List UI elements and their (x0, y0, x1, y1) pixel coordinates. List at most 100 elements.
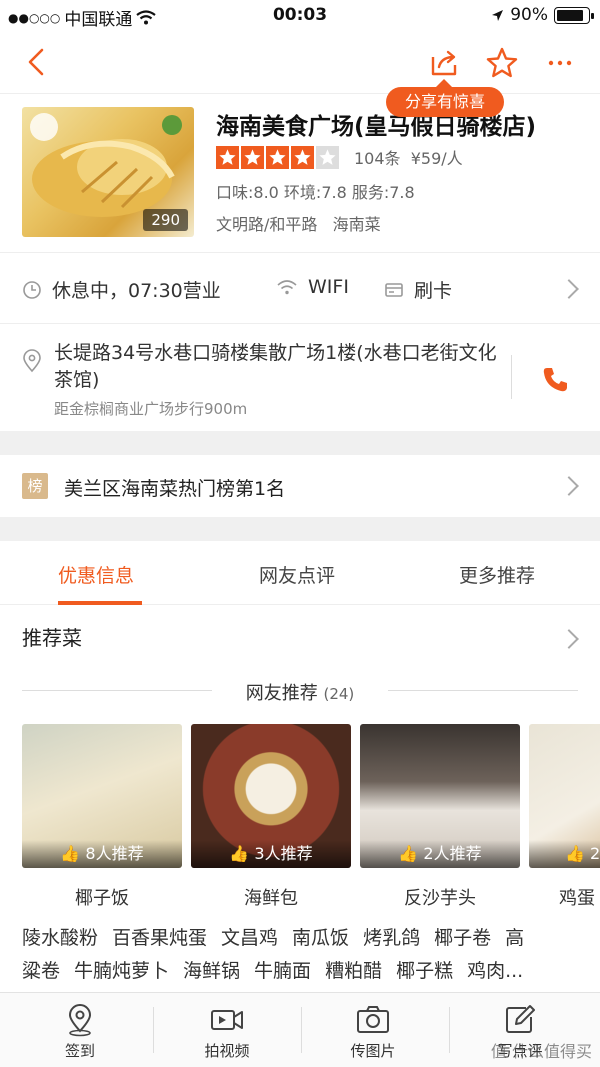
hours-text: 休息中，07:30营业 (52, 280, 221, 302)
dish-name: 椰子饭 (75, 888, 129, 909)
dish-tag[interactable]: 粱卷 (22, 960, 60, 982)
more-dishes-list: 陵水酸粉 百香果炖蛋 文昌鸡 南瓜饭 烤乳鸽 椰子卷高 粱卷 牛腩炖萝卜 海鲜锅 牛腩面 糟粕醋椰… (22, 922, 582, 988)
section-gap (0, 431, 600, 455)
record-video-button[interactable]: 拍视频 (152, 993, 302, 1067)
recommend-title[interactable]: 推荐菜 (22, 622, 82, 651)
nav-bar (0, 32, 600, 94)
dish-tag[interactable]: 牛腩炖萝卜 (74, 960, 169, 982)
back-icon[interactable] (18, 42, 58, 82)
rating-star-icon (291, 146, 314, 169)
video-camera-icon (211, 1010, 243, 1030)
status-bar: ●●○○○ 中国联通 00:03 90% (0, 0, 600, 32)
checkin-label: 签到 (64, 1042, 95, 1060)
upload-photo-label: 传图片 (350, 1042, 396, 1060)
dish-tag[interactable]: 椰子糕 (396, 960, 453, 982)
rating-star-icon (216, 146, 239, 169)
wifi-item: WIFI (276, 276, 349, 298)
credit-card-icon (385, 282, 403, 297)
watermark: 值 什么值得买 (490, 1042, 592, 1061)
dish-card[interactable]: 👍 2人 鸡蛋 (529, 724, 600, 910)
dish-name: 海鲜包 (244, 888, 298, 909)
upload-photo-button[interactable]: 传图片 (298, 993, 448, 1067)
location-tag[interactable]: 文明路/和平路 (216, 215, 317, 234)
photo-count: 290 (143, 209, 188, 231)
shop-tags: 文明路/和平路 海南菜 (216, 211, 381, 235)
user-recommend-label: 网友推荐 (245, 683, 318, 704)
clock-icon (23, 280, 41, 299)
location-pin-icon (23, 349, 41, 373)
dish-card[interactable]: 👍 2人推荐 反沙芋头 (360, 724, 520, 910)
dish-carousel[interactable]: 👍 8人推荐 椰子饭 👍 3人推荐 海鲜包 👍 2人推荐 反沙芋头 👍 2人 鸡… (22, 724, 600, 914)
wifi-text: WIFI (308, 276, 349, 298)
facilities-row[interactable]: 休息中，07:30营业 WIFI 刷卡 (0, 254, 600, 324)
tab-offers[interactable]: 优惠信息 (58, 561, 134, 588)
camera-icon (357, 1006, 389, 1033)
sub-scores: 口味:8.0 环境:7.8 服务:7.8 (216, 183, 415, 202)
ranking-text: 美兰区海南菜热门榜第1名 (64, 478, 286, 500)
phone-icon[interactable] (540, 365, 570, 395)
dish-tag[interactable]: 烤乳鸽 (363, 927, 420, 949)
dish-tag[interactable]: 南瓜饭 (292, 927, 349, 949)
more-dishes-line-2: 粱卷 牛腩炖萝卜 海鲜锅 牛腩面 糟粕醋 椰子糕 鸡肉... (22, 955, 582, 988)
rating-star-icon (316, 146, 339, 169)
more-icon[interactable] (540, 43, 580, 83)
tab-reviews[interactable]: 网友点评 (259, 561, 335, 588)
dish-tag[interactable]: 糟粕醋 (325, 960, 382, 982)
checkin-button[interactable]: 签到 (5, 993, 155, 1067)
wifi-icon (277, 280, 297, 295)
dish-recommend-count: 👍 2人推荐 (360, 840, 520, 868)
shop-header[interactable]: 290 海南美食广场(皇马假日骑楼店) 104条 ¥59/人 口味:8.0 环境… (0, 95, 600, 253)
user-recommend-heading: 网友推荐 (24) (0, 679, 600, 705)
dish-tag[interactable]: 高 (505, 927, 524, 949)
dish-tag[interactable]: 文昌鸡 (221, 927, 278, 949)
address-row[interactable]: 长堤路34号水巷口骑楼集散广场1楼(水巷口老街文化茶馆) 距金棕榈商业广场步行9… (0, 325, 600, 431)
user-recommend-count: (24) (323, 685, 355, 703)
dish-name: 反沙芋头 (404, 888, 476, 909)
dish-tag[interactable]: 海鲜锅 (183, 960, 240, 982)
rating-stars (216, 146, 339, 169)
tab-more-recommend[interactable]: 更多推荐 (459, 561, 535, 588)
dish-photo: 👍 2人推荐 (360, 724, 520, 868)
dish-card[interactable]: 👍 3人推荐 海鲜包 (191, 724, 351, 910)
address-text: 长堤路34号水巷口骑楼集散广场1楼(水巷口老街文化茶馆) (54, 342, 497, 391)
chevron-right-icon (559, 476, 579, 496)
dish-recommend-count: 👍 8人推荐 (22, 840, 182, 868)
dish-photo: 👍 3人推荐 (191, 724, 351, 868)
edit-icon (506, 1005, 535, 1033)
section-gap (0, 517, 600, 541)
hours-item: 休息中，07:30营业 (22, 276, 221, 303)
shop-photo[interactable]: 290 (22, 107, 194, 237)
tab-bar: 优惠信息 网友点评 更多推荐 (0, 541, 600, 605)
dish-photo: 👍 8人推荐 (22, 724, 182, 868)
dish-tag[interactable]: 陵水酸粉 (22, 927, 98, 949)
review-summary: 104条 ¥59/人 (354, 145, 463, 169)
price-per-person: ¥59/人 (410, 149, 463, 168)
rating-star-icon (266, 146, 289, 169)
battery-icon (554, 6, 594, 24)
divider (511, 355, 512, 399)
location-arrow-icon (492, 9, 504, 21)
chevron-right-icon[interactable] (559, 629, 579, 649)
ranking-row[interactable]: 榜 美兰区海南菜热门榜第1名 (0, 455, 600, 517)
battery-percent: 90% (510, 5, 548, 25)
share-icon[interactable] (424, 43, 464, 83)
active-tab-indicator (58, 601, 142, 605)
dish-recommend-count: 👍 2人 (529, 840, 600, 868)
share-tooltip[interactable]: 分享有惊喜 (386, 79, 504, 117)
dish-tag[interactable]: 椰子卷 (434, 927, 491, 949)
dish-name: 鸡蛋 (559, 888, 595, 909)
chevron-right-icon (559, 279, 579, 299)
dish-tag[interactable]: 鸡肉... (467, 960, 523, 982)
card-text: 刷卡 (414, 280, 453, 302)
dish-tag[interactable]: 牛腩面 (254, 960, 311, 982)
distance-text: 距金棕榈商业广场步行900m (54, 400, 248, 418)
ranking-badge: 榜 (22, 473, 48, 499)
dish-tag[interactable]: 百香果炖蛋 (112, 927, 207, 949)
rating-star-icon (241, 146, 264, 169)
review-count: 104条 (354, 149, 401, 168)
cuisine-tag[interactable]: 海南菜 (333, 215, 381, 234)
dish-card[interactable]: 👍 8人推荐 椰子饭 (22, 724, 182, 910)
favorite-star-icon[interactable] (482, 43, 522, 83)
more-dishes-line-1: 陵水酸粉 百香果炖蛋 文昌鸡 南瓜饭 烤乳鸽 椰子卷高 (22, 922, 582, 955)
record-video-label: 拍视频 (204, 1042, 250, 1060)
